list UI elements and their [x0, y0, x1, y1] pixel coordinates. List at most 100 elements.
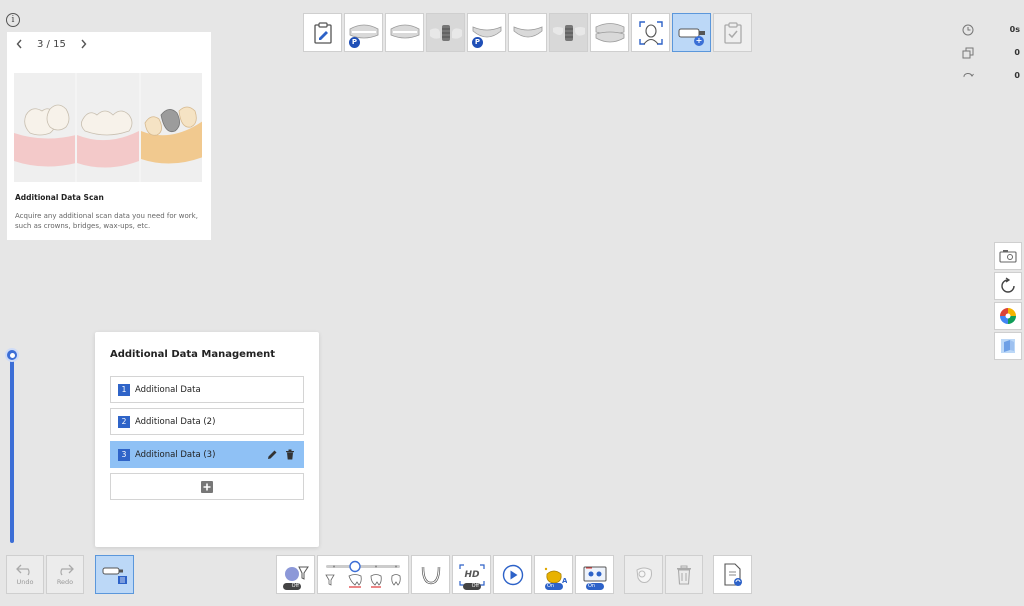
sphere-filter-icon: [284, 566, 309, 581]
clipboard-edit-icon: [313, 21, 332, 44]
slider-knob[interactable]: [5, 348, 19, 362]
ai-scan-button[interactable]: A On: [534, 555, 573, 594]
report-button[interactable]: [713, 555, 752, 594]
scanbody-lower-icon: [552, 24, 585, 41]
occlusion-icon: [595, 22, 624, 42]
data-item-label: Additional Data: [135, 384, 201, 395]
undo-label: Undo: [16, 577, 34, 586]
mandible-icon: [513, 25, 542, 37]
ai-toggle[interactable]: On: [545, 583, 563, 590]
clipboard-edit-button[interactable]: [303, 13, 342, 52]
data-list-button[interactable]: [95, 555, 134, 594]
view-overlay-button[interactable]: On: [575, 555, 614, 594]
copies-stat: 0: [962, 41, 1020, 64]
reset-view-button[interactable]: [994, 272, 1022, 300]
additional-data-management-panel: Additional Data Management 1 Additional …: [95, 332, 319, 547]
guide-card: 3 / 15 Additional Data Scan Acquire any …: [7, 32, 211, 240]
hd-toggle[interactable]: Off: [463, 583, 481, 590]
face-scan-button[interactable]: [631, 13, 670, 52]
prep-badge: P: [349, 37, 360, 48]
guide-pager: 3 / 15: [13, 38, 90, 50]
color-wheel-icon: [1000, 308, 1016, 324]
data-item[interactable]: 2 Additional Data (2): [110, 408, 304, 435]
play-button[interactable]: [493, 555, 532, 594]
clock-icon: [962, 24, 974, 35]
occlusion-button[interactable]: [590, 13, 629, 52]
filter-level-slider-icon: [325, 560, 401, 588]
waxup-illustration: [140, 73, 202, 182]
smart-filter-slider[interactable]: [317, 555, 409, 594]
hd-mode-button[interactable]: HD Off: [452, 555, 491, 594]
additional-data-button[interactable]: +: [672, 13, 711, 52]
guide-title: Additional Data Scan: [15, 193, 104, 202]
camera-button[interactable]: [994, 242, 1022, 270]
play-icon: [502, 564, 523, 585]
chevron-left-icon[interactable]: [13, 38, 25, 50]
delete-button[interactable]: [665, 555, 703, 594]
info-icon[interactable]: i: [6, 13, 20, 27]
redo-icon: [60, 564, 74, 575]
trash-icon: [677, 565, 691, 585]
document-sync-icon: [723, 562, 742, 586]
checklist-icon: [723, 21, 742, 44]
chevron-right-icon[interactable]: [78, 38, 90, 50]
lasso-button[interactable]: [624, 555, 663, 594]
guide-description: Acquire any additional scan data you nee…: [15, 212, 198, 230]
scanbody-upper-icon: [429, 24, 462, 41]
panel-title: Additional Data Management: [110, 349, 276, 360]
guide-page-indicator: 3 / 15: [37, 38, 66, 50]
redo-button[interactable]: Redo: [46, 555, 84, 594]
scanbody-lower-button[interactable]: [549, 13, 588, 52]
view-mode-button[interactable]: [994, 332, 1022, 360]
data-item[interactable]: 1 Additional Data: [110, 376, 304, 403]
right-toolbar: [994, 242, 1022, 360]
data-item-label: Additional Data (2): [135, 416, 216, 427]
add-data-button[interactable]: [110, 473, 304, 500]
maxilla-prep-button[interactable]: P: [344, 13, 383, 52]
svg-text:HD: HD: [464, 570, 480, 580]
data-item-selected[interactable]: 3 Additional Data (3): [110, 441, 304, 468]
checklist-button[interactable]: [713, 13, 752, 52]
arch-button[interactable]: [411, 555, 450, 594]
copies-value: 0: [1014, 48, 1020, 57]
undo-icon: [16, 564, 30, 575]
undo-button[interactable]: Undo: [6, 555, 44, 594]
pencil-icon[interactable]: [267, 449, 278, 460]
maxilla-icon: [390, 24, 419, 38]
time-stat: 0s: [962, 18, 1020, 41]
color-map-button[interactable]: [994, 302, 1022, 330]
add-badge-icon: +: [694, 36, 704, 46]
time-value: 0s: [1009, 25, 1020, 34]
trash-icon[interactable]: [285, 449, 295, 460]
ai-tooth-icon: A: [544, 567, 567, 585]
top-toolbar: P P +: [303, 13, 752, 52]
mandible-prep-button[interactable]: P: [467, 13, 506, 52]
plus-box-icon: [201, 480, 213, 493]
cube-view-icon: [1001, 339, 1015, 353]
maxilla-button[interactable]: [385, 13, 424, 52]
data-item-number: 2: [118, 415, 130, 428]
data-item-label: Additional Data (3): [135, 449, 216, 460]
rotations-value: 0: [1014, 71, 1020, 80]
scanbody-upper-button[interactable]: [426, 13, 465, 52]
rotations-stat: 0: [962, 64, 1020, 87]
camera-icon: [999, 250, 1017, 263]
filter-toggle-button[interactable]: Off: [276, 555, 315, 594]
vertical-slider-track[interactable]: [10, 355, 14, 543]
filter-toggle[interactable]: Off: [283, 583, 301, 590]
scan-stats: 0s 0 0: [962, 18, 1020, 87]
mandible-button[interactable]: [508, 13, 547, 52]
arch-icon: [421, 566, 440, 584]
lasso-icon: [635, 567, 652, 583]
copy-icon: [962, 47, 974, 58]
svg-text:A: A: [562, 577, 567, 585]
data-item-number: 3: [118, 448, 130, 461]
redo-label: Redo: [56, 577, 74, 586]
rotate-icon: [963, 72, 974, 77]
guide-illustration: [14, 73, 202, 182]
data-item-number: 1: [118, 383, 130, 396]
bridge-illustration: [77, 73, 139, 182]
data-item-actions: [267, 449, 295, 460]
monitor-eyes-icon: [583, 566, 606, 581]
view-toggle[interactable]: On: [586, 583, 604, 590]
